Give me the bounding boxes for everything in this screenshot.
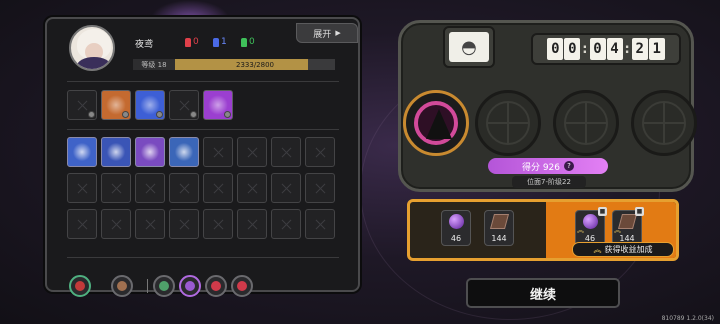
slot-corner-icon xyxy=(88,111,95,118)
reward-qty: 144 xyxy=(491,234,507,243)
reward-qty: 46 xyxy=(450,234,462,243)
socket-4[interactable] xyxy=(631,90,697,156)
red-star-icon[interactable] xyxy=(205,275,227,297)
blue-demon-icon xyxy=(213,37,219,47)
lock-icon: ■ xyxy=(635,207,644,216)
blue-stat: 1 xyxy=(213,37,227,47)
score-text: 得分 926 xyxy=(521,162,561,173)
lock-icon: ■ xyxy=(598,207,607,216)
expand-label: 展开 xyxy=(313,29,332,40)
empty-skill-slot[interactable] xyxy=(305,137,335,167)
socket-3[interactable] xyxy=(553,90,619,156)
empty-skill-slot[interactable] xyxy=(271,173,301,203)
brown-tile-icon xyxy=(489,214,510,229)
empty-skill-slot[interactable] xyxy=(203,137,233,167)
flame-head-item[interactable] xyxy=(101,90,131,120)
claw-skill[interactable] xyxy=(135,137,165,167)
reward-brown-tile[interactable]: 144 xyxy=(484,210,514,246)
purple-orb-icon xyxy=(449,214,464,229)
green-demon-icon xyxy=(241,37,247,47)
socket-1-hooded-figure[interactable] xyxy=(403,90,469,156)
lightning-item[interactable] xyxy=(135,90,165,120)
divider-bottom xyxy=(67,257,339,258)
red-gem-icon[interactable] xyxy=(231,275,253,297)
position-label: 位面7-阶级22 xyxy=(512,176,586,188)
continue-button[interactable]: 继续 xyxy=(466,278,620,308)
hero-portrait-icon[interactable] xyxy=(69,275,91,297)
double-chevron-icon: ︽ xyxy=(593,245,602,254)
timer: 0 0 : 0 4 : 2 1 xyxy=(531,33,681,65)
empty-skill-slot[interactable] xyxy=(169,209,199,239)
play-arrow-icon: ▶ xyxy=(335,29,341,37)
timer-hours-ones: 0 xyxy=(564,38,581,60)
empty-skill-slot[interactable] xyxy=(271,137,301,167)
empty-skill-slot[interactable] xyxy=(135,209,165,239)
timer-seconds-ones: 1 xyxy=(648,38,665,60)
empty-skill-slot[interactable] xyxy=(305,173,335,203)
claw-skill-icon xyxy=(140,142,160,162)
character-avatar[interactable] xyxy=(69,25,115,71)
level-label: 等级 18 xyxy=(133,59,175,70)
empty-skill-slot[interactable] xyxy=(237,173,267,203)
empty-skill-slot[interactable] xyxy=(237,137,267,167)
spark-skill[interactable] xyxy=(67,137,97,167)
slot-corner-icon xyxy=(122,111,129,118)
bonus-brown-tile[interactable]: ︽ ■ 144 xyxy=(612,207,644,246)
red-stat: 0 xyxy=(185,37,199,47)
divider-top xyxy=(67,81,339,82)
empty-skill-slot[interactable] xyxy=(101,173,131,203)
level-row: 等级 18 2333/2800 xyxy=(133,59,335,70)
slot-corner-icon xyxy=(190,111,197,118)
empty-skill-slot[interactable] xyxy=(237,209,267,239)
green-stat: 0 xyxy=(241,37,255,47)
socket-2[interactable] xyxy=(475,90,541,156)
green-orb-icon[interactable] xyxy=(153,275,175,297)
empty-slot-4[interactable] xyxy=(169,90,199,120)
xp-bar: 2333/2800 xyxy=(175,59,335,70)
hooded-figure-icon xyxy=(426,109,452,139)
bonus-tag[interactable]: ︽ 获得收益加成 xyxy=(572,242,674,257)
character-panel: 夜鸢 0 1 0 展开 ▶ 等级 18 2333/2800 xyxy=(45,17,360,297)
spark-skill-icon xyxy=(72,142,92,162)
empty-skill-slot[interactable] xyxy=(203,173,233,203)
purple-orb-icon xyxy=(583,214,598,229)
duck-frame[interactable]: ◓ xyxy=(443,26,495,68)
purple-orb-icon[interactable] xyxy=(179,275,201,297)
version-text: 810789 1.2.0(34) xyxy=(661,315,714,322)
empty-skill-slot[interactable] xyxy=(67,173,97,203)
expand-button[interactable]: 展开 ▶ xyxy=(296,23,358,43)
empty-skill-slot[interactable] xyxy=(67,209,97,239)
empty-skill-slot[interactable] xyxy=(305,209,335,239)
swirl-skill-icon xyxy=(174,142,194,162)
timer-minutes-ones: 4 xyxy=(606,38,623,60)
empty-slot-1[interactable] xyxy=(67,90,97,120)
timer-minutes-tens: 0 xyxy=(589,38,606,60)
orb-skill[interactable] xyxy=(101,137,131,167)
slot-corner-icon xyxy=(224,111,231,118)
score-bar: 得分 926 ? xyxy=(488,158,608,174)
xp-text: 2333/2800 xyxy=(236,60,274,69)
purple-box-item[interactable] xyxy=(203,90,233,120)
separator xyxy=(147,279,148,293)
help-icon[interactable]: ? xyxy=(564,161,575,171)
red-demon-icon xyxy=(185,37,191,47)
empty-skill-slot[interactable] xyxy=(203,209,233,239)
timer-seconds-tens: 2 xyxy=(631,38,648,60)
orb-skill-icon xyxy=(106,142,126,162)
duck-icon: ◓ xyxy=(449,32,489,62)
reward-purple-orb[interactable]: 46 xyxy=(441,210,471,246)
empty-skill-slot[interactable] xyxy=(271,209,301,239)
divider-middle xyxy=(67,129,339,130)
empty-skill-slot[interactable] xyxy=(135,173,165,203)
slot-corner-icon xyxy=(156,111,163,118)
timer-hours-tens: 0 xyxy=(547,38,564,60)
bonus-purple-orb[interactable]: ︽ ■ 46 xyxy=(575,207,607,246)
hand-icon[interactable] xyxy=(111,275,133,297)
empty-skill-slot[interactable] xyxy=(101,209,131,239)
character-name: 夜鸢 xyxy=(135,40,154,50)
swirl-skill[interactable] xyxy=(169,137,199,167)
bonus-label: 获得收益加成 xyxy=(604,245,653,254)
empty-skill-slot[interactable] xyxy=(169,173,199,203)
